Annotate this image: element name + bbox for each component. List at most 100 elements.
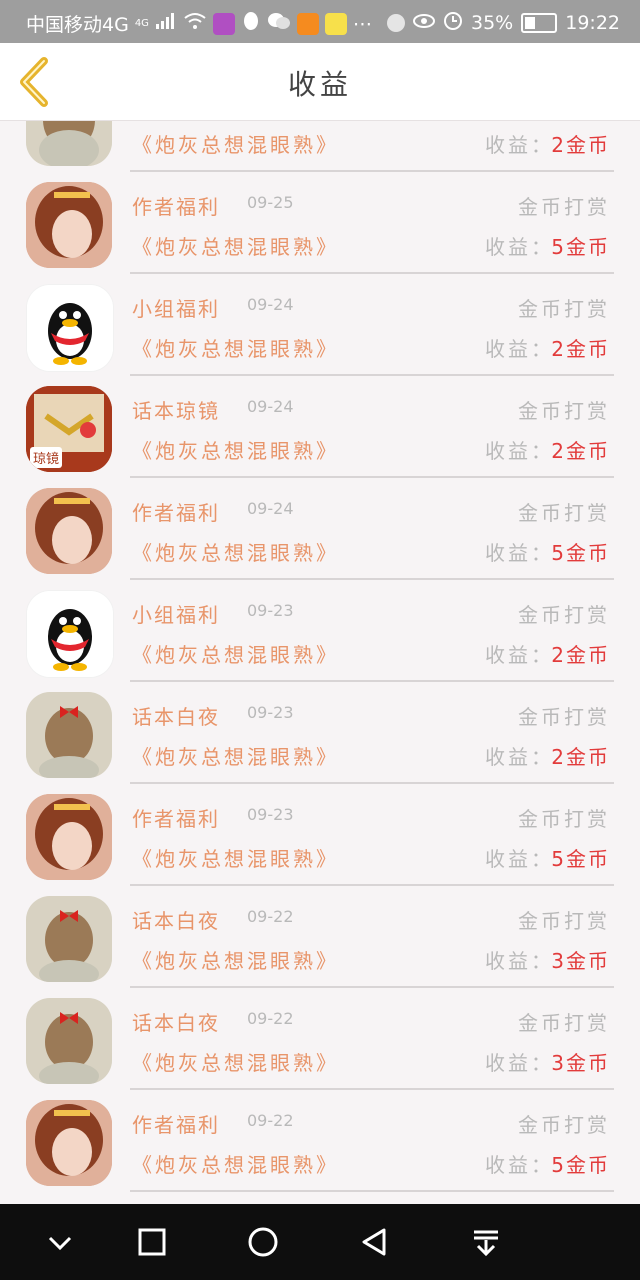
source-label: 小组福利 [132, 297, 220, 321]
collapse-down-icon[interactable] [36, 1218, 84, 1266]
page-title: 收益 [287, 68, 352, 101]
date-label: 09-23 [247, 601, 294, 620]
list-item[interactable]: 作者福利 09-23 金币打赏 《炮灰总想混眼熟》 收益： 5金币 [0, 784, 640, 886]
list-item[interactable]: 作者福利 09-22 金币打赏 《炮灰总想混眼熟》 收益： 5金币 [0, 1090, 640, 1192]
reward-type: 金币打赏 [518, 195, 610, 219]
date-label: 09-24 [247, 295, 294, 314]
earning-value: 3金币 [551, 949, 610, 973]
reward-type: 金币打赏 [518, 501, 610, 525]
source-label: 作者福利 [132, 501, 220, 525]
earning-value: 2金币 [551, 133, 610, 157]
back-icon[interactable] [350, 1218, 398, 1266]
eye-icon [413, 12, 435, 34]
list-item[interactable]: 作者福利 09-24 金币打赏 《炮灰总想混眼熟》 收益： 5金币 [0, 478, 640, 580]
notification-pull-icon[interactable] [462, 1218, 510, 1266]
avatar [26, 488, 112, 574]
reward-type: 金币打赏 [518, 399, 610, 423]
battery-percent: 35% [471, 11, 514, 34]
clock: 19:22 [565, 11, 620, 34]
wifi-icon [183, 12, 207, 35]
list-item[interactable]: 《炮灰总想混眼熟》 收益： 2金币 [0, 121, 640, 172]
home-icon[interactable] [239, 1218, 287, 1266]
list-item[interactable]: 话本白夜 09-22 金币打赏 《炮灰总想混眼熟》 收益： 3金币 [0, 886, 640, 988]
earning-label: 收益： [485, 439, 554, 463]
signal-icon [155, 12, 177, 35]
list-item[interactable]: 作者福利 09-25 金币打赏 《炮灰总想混眼熟》 收益： 5金币 [0, 172, 640, 274]
status-bar: 中国移动4G 4G ⋯ 35% 19:22 [0, 0, 640, 43]
list-item[interactable]: 小组福利 09-24 金币打赏 《炮灰总想混眼熟》 收益： 2金币 [0, 274, 640, 376]
network-sup: 4G [134, 18, 149, 29]
video-app-icon [296, 12, 319, 35]
date-label: 09-22 [247, 1009, 294, 1028]
book-title: 《炮灰总想混眼熟》 [132, 745, 339, 769]
wechat-icon [267, 11, 291, 36]
date-label: 09-24 [247, 397, 294, 416]
source-label: 话本白夜 [132, 705, 220, 729]
system-nav-bar [0, 1204, 640, 1280]
date-label: 09-22 [247, 907, 294, 926]
book-title: 《炮灰总想混眼熟》 [132, 439, 339, 463]
book-title: 《炮灰总想混眼熟》 [132, 643, 339, 667]
status-bar-right: 35% 19:22 [387, 10, 620, 35]
app-header: 收益 [0, 43, 640, 121]
book-title: 《炮灰总想混眼熟》 [132, 1153, 339, 1177]
source-label: 作者福利 [132, 807, 220, 831]
avatar [26, 182, 112, 268]
list-item[interactable]: 话本白夜 09-22 金币打赏 《炮灰总想混眼熟》 收益： 3金币 [0, 988, 640, 1090]
earning-value: 2金币 [551, 439, 610, 463]
source-label: 话本白夜 [132, 1011, 220, 1035]
earning-label: 收益： [485, 541, 554, 565]
earning-value: 2金币 [551, 643, 610, 667]
earning-label: 收益： [485, 847, 554, 871]
earning-label: 收益： [485, 337, 554, 361]
book-title: 《炮灰总想混眼熟》 [132, 847, 339, 871]
earning-label: 收益： [485, 133, 554, 157]
avatar [26, 692, 112, 778]
earning-value: 2金币 [551, 337, 610, 361]
avatar [26, 284, 114, 372]
list-item[interactable]: 话本白夜 09-23 金币打赏 《炮灰总想混眼熟》 收益： 2金币 [0, 682, 640, 784]
reward-type: 金币打赏 [518, 1113, 610, 1137]
earning-label: 收益： [485, 235, 554, 259]
book-title: 《炮灰总想混眼熟》 [132, 337, 339, 361]
qq-icon [241, 10, 261, 37]
date-label: 09-23 [247, 805, 294, 824]
book-title: 《炮灰总想混眼熟》 [132, 133, 339, 157]
book-title: 《炮灰总想混眼熟》 [132, 541, 339, 565]
date-label: 09-22 [247, 1111, 294, 1130]
source-label: 作者福利 [132, 195, 220, 219]
avatar [26, 896, 112, 982]
earning-value: 5金币 [551, 235, 610, 259]
news-app-icon [324, 12, 347, 35]
avatar [26, 121, 112, 166]
carrier-label: 中国移动4G [26, 14, 129, 36]
reward-type: 金币打赏 [518, 297, 610, 321]
book-title: 《炮灰总想混眼熟》 [132, 1051, 339, 1075]
earning-label: 收益： [485, 1153, 554, 1177]
list-item[interactable]: 小组福利 09-23 金币打赏 《炮灰总想混眼熟》 收益： 2金币 [0, 580, 640, 682]
source-label: 话本琼镜 [132, 399, 220, 423]
earning-value: 2金币 [551, 745, 610, 769]
status-bar-left: 中国移动4G 4G ⋯ [26, 10, 372, 37]
recent-apps-icon[interactable] [128, 1218, 176, 1266]
reward-type: 金币打赏 [518, 909, 610, 933]
reward-type: 金币打赏 [518, 1011, 610, 1035]
source-label: 话本白夜 [132, 909, 220, 933]
book-title: 《炮灰总想混眼熟》 [132, 949, 339, 973]
avatar [26, 1100, 112, 1186]
list-item[interactable]: 琼镜 话本琼镜 09-24 金币打赏 《炮灰总想混眼熟》 收益： 2金币 [0, 376, 640, 478]
source-label: 作者福利 [132, 1113, 220, 1137]
earning-value: 5金币 [551, 541, 610, 565]
avatar [26, 998, 112, 1084]
battery-icon [521, 12, 558, 33]
avatar: 琼镜 [26, 386, 112, 472]
source-label: 小组福利 [132, 603, 220, 627]
earning-label: 收益： [485, 643, 554, 667]
earning-label: 收益： [485, 1051, 554, 1075]
earnings-list[interactable]: 《炮灰总想混眼熟》 收益： 2金币 作者福利 09-25 金币打赏 《炮灰总想混… [0, 121, 640, 1204]
earning-value: 5金币 [551, 847, 610, 871]
reward-type: 金币打赏 [518, 603, 610, 627]
more-icon: ⋯ [352, 12, 372, 35]
avatar [26, 794, 112, 880]
avatar [26, 590, 114, 678]
